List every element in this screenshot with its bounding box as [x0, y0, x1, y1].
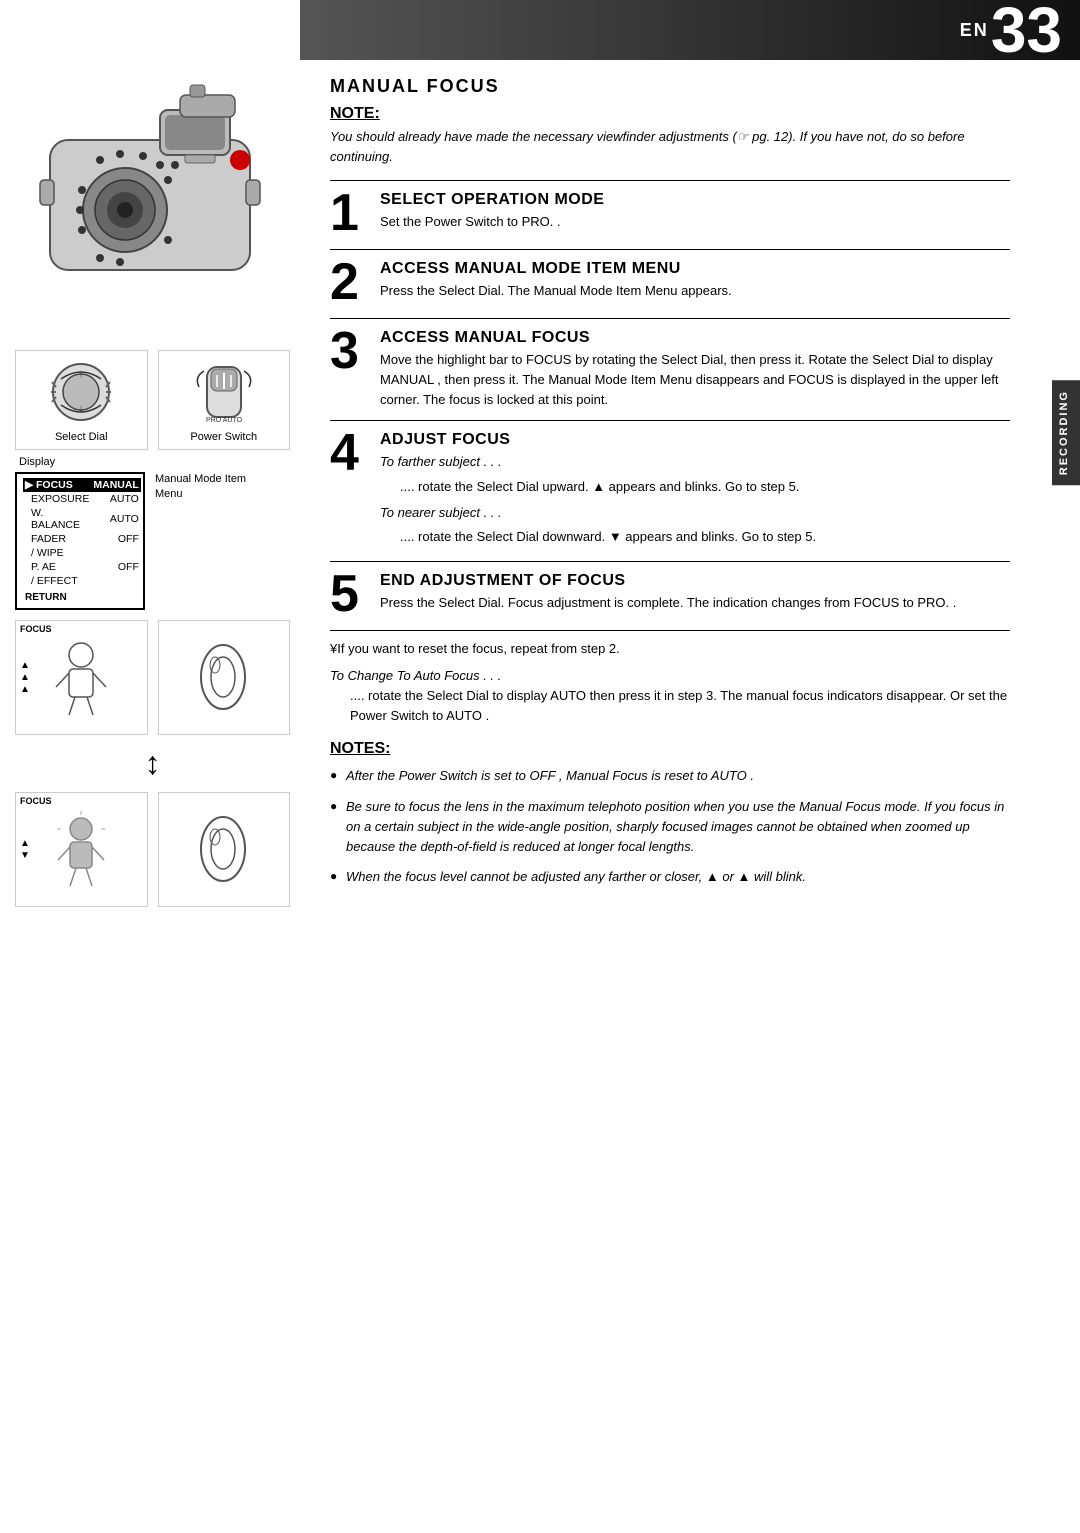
- menu-label: Manual Mode ItemMenu: [155, 472, 246, 503]
- power-switch-diagram: PRO AUTO Power Switch: [158, 350, 291, 450]
- recording-tab: RECORDING: [1052, 380, 1080, 485]
- step-4-heading: ADJUST FOCUS: [380, 431, 1010, 449]
- divider-2: [330, 249, 1010, 250]
- step-5-body: Press the Select Dial. Focus adjustment …: [380, 593, 1010, 613]
- change-focus-body: .... rotate the Select Dial to display A…: [330, 686, 1010, 726]
- step-1: 1 SELECT OPERATION MODE Set the Power Sw…: [330, 191, 1010, 239]
- step-3-number: 3: [330, 325, 372, 410]
- divider-1: [330, 180, 1010, 181]
- page-title: MANUAL FOCUS: [330, 76, 1010, 97]
- svg-text:↑: ↑: [79, 368, 85, 380]
- header-bar: EN 33: [300, 0, 1080, 60]
- menu-table-area: ▶ FOCUS MANUAL EXPOSURE AUTO W. BALANCE …: [15, 472, 290, 610]
- step-3-heading: ACCESS MANUAL FOCUS: [380, 329, 1010, 347]
- step-3-content: ACCESS MANUAL FOCUS Move the highlight b…: [380, 329, 1010, 410]
- camera-illustration: [15, 70, 285, 340]
- left-column: ↑ ↓ Select Dial: [0, 60, 300, 925]
- focus-far-box: FOCUS ▲▼: [15, 792, 148, 907]
- step-4-number: 4: [330, 427, 372, 551]
- focus-bottom-row: FOCUS ▲▼: [15, 792, 290, 907]
- note-item-1: After the Power Switch is set to OFF , M…: [330, 766, 1010, 786]
- divider-5: [330, 561, 1010, 562]
- page-number: 33: [991, 0, 1062, 62]
- step-1-body: Set the Power Switch to PRO. .: [380, 212, 1010, 232]
- notes-heading: NOTES:: [330, 740, 1010, 758]
- note-heading: NOTE:: [330, 105, 1010, 123]
- note-box: NOTE: You should already have made the n…: [330, 105, 1010, 166]
- step-2-body: Press the Select Dial. The Manual Mode I…: [380, 281, 1010, 301]
- right-column: MANUAL FOCUS NOTE: You should already ha…: [300, 60, 1030, 917]
- svg-text:↓: ↓: [79, 403, 85, 415]
- select-dial-diagram: ↑ ↓ Select Dial: [15, 350, 148, 450]
- step-4-content: ADJUST FOCUS To farther subject . . . ..…: [380, 431, 1010, 551]
- focus-top-row: FOCUS ▲▲▲: [15, 620, 290, 735]
- yen-note: ¥If you want to reset the focus, repeat …: [330, 641, 1010, 656]
- step-1-heading: SELECT OPERATION MODE: [380, 191, 1010, 209]
- menu-table: ▶ FOCUS MANUAL EXPOSURE AUTO W. BALANCE …: [15, 472, 145, 610]
- note-item-2: Be sure to focus the lens in the maximum…: [330, 797, 1010, 857]
- divider-3: [330, 318, 1010, 319]
- step-1-content: SELECT OPERATION MODE Set the Power Swit…: [380, 191, 1010, 239]
- note-text: You should already have made the necessa…: [330, 127, 1010, 166]
- en-label: EN: [960, 20, 989, 41]
- divider-6: [330, 630, 1010, 631]
- notes-list: After the Power Switch is set to OFF , M…: [330, 766, 1010, 887]
- note-item-3: When the focus level cannot be adjusted …: [330, 867, 1010, 887]
- step-3-body: Move the highlight bar to FOCUS by rotat…: [380, 350, 1010, 410]
- step-3: 3 ACCESS MANUAL FOCUS Move the highlight…: [330, 329, 1010, 410]
- focus-near-box: FOCUS ▲▲▲: [15, 620, 148, 735]
- display-label: Display: [15, 456, 290, 468]
- step-1-number: 1: [330, 187, 372, 239]
- focus-bottom-label: FOCUS: [20, 796, 52, 806]
- focus-circle-top: [158, 620, 291, 735]
- step-5-number: 5: [330, 568, 372, 620]
- power-switch-label: Power Switch: [190, 431, 257, 443]
- step-4-farther-label: To farther subject . . .: [380, 452, 1010, 472]
- step-4-nearer-label: To nearer subject . . .: [380, 503, 1010, 523]
- notes-section: NOTES: After the Power Switch is set to …: [330, 740, 1010, 887]
- step-5-heading: END ADJUSTMENT OF FOCUS: [380, 572, 1010, 590]
- step-4-farther-body: .... rotate the Select Dial upward. ▲ ap…: [380, 477, 1010, 497]
- small-diagrams-row: ↑ ↓ Select Dial: [15, 350, 290, 450]
- focus-circle-bottom: [158, 792, 291, 907]
- focus-top-label: FOCUS: [20, 624, 52, 634]
- step-2-heading: ACCESS MANUAL MODE ITEM MENU: [380, 260, 1010, 278]
- step-4: 4 ADJUST FOCUS To farther subject . . . …: [330, 431, 1010, 551]
- change-focus: To Change To Auto Focus . . . .... rotat…: [330, 666, 1010, 726]
- step-2-content: ACCESS MANUAL MODE ITEM MENU Press the S…: [380, 260, 1010, 308]
- step-5: 5 END ADJUSTMENT OF FOCUS Press the Sele…: [330, 572, 1010, 620]
- svg-text:PRO AUTO: PRO AUTO: [206, 417, 243, 424]
- arrow-up-down: ↕: [15, 745, 290, 782]
- step-4-nearer-body: .... rotate the Select Dial downward. ▼ …: [380, 527, 1010, 547]
- step-5-content: END ADJUSTMENT OF FOCUS Press the Select…: [380, 572, 1010, 620]
- select-dial-label: Select Dial: [55, 431, 108, 443]
- change-focus-title: To Change To Auto Focus . . .: [330, 666, 1010, 686]
- step-2-number: 2: [330, 256, 372, 308]
- step-2: 2 ACCESS MANUAL MODE ITEM MENU Press the…: [330, 260, 1010, 308]
- divider-4: [330, 420, 1010, 421]
